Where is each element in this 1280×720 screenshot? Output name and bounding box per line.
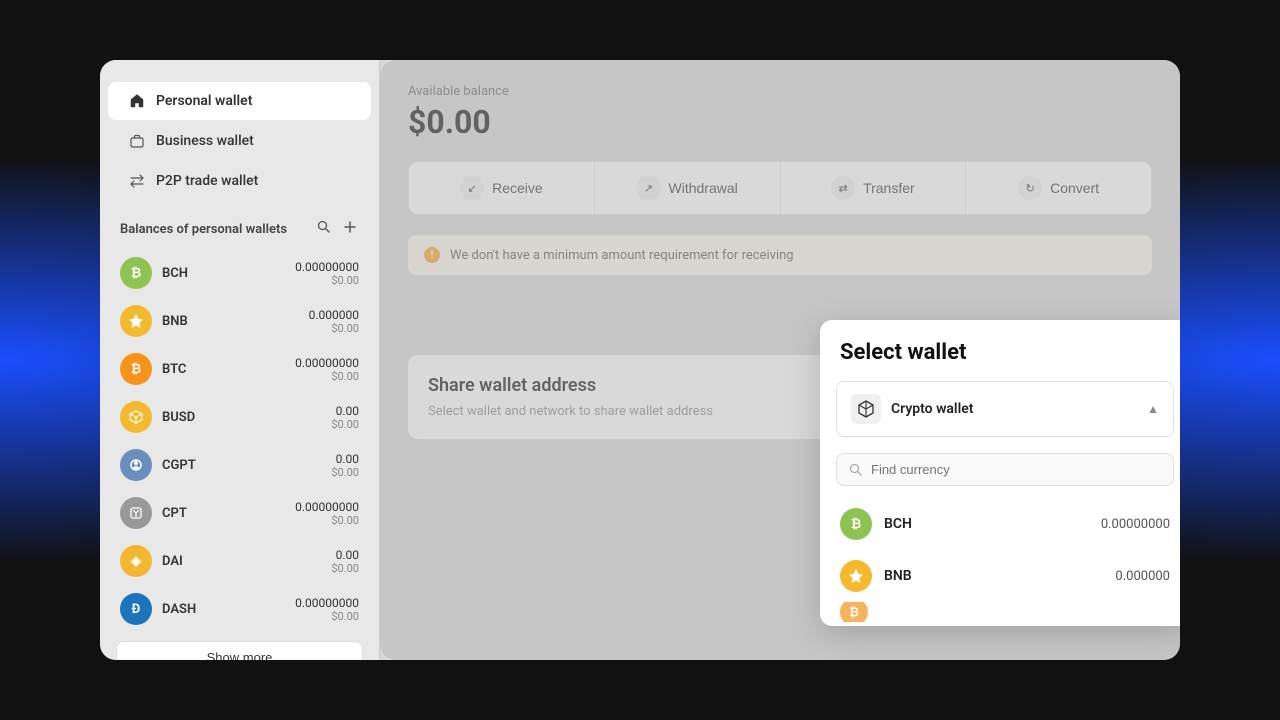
cpt-name: CPT (162, 506, 295, 521)
wallet-item-dai[interactable]: ◈ DAI 0.00 $0.00 (100, 537, 379, 585)
wallet-type-dropdown[interactable]: Crypto wallet ▲ (836, 381, 1174, 437)
cpt-icon (120, 497, 152, 529)
balances-section-title: Balances of personal wallets (120, 222, 287, 237)
modal-header: Select wallet (820, 320, 1180, 381)
cgpt-balance: 0.00 $0.00 (331, 452, 359, 479)
sidebar-item-personal-wallet[interactable]: Personal wallet (108, 82, 371, 120)
transfer-icon (128, 172, 146, 190)
modal-bch-icon: ₿ (840, 508, 872, 540)
currency-item-bnb[interactable]: BNB 0.000000 (820, 550, 1180, 602)
btc-balance: 0.00000000 $0.00 (295, 356, 359, 383)
bch-name: BCH (162, 266, 295, 281)
search-icon (849, 463, 863, 477)
dai-icon: ◈ (120, 545, 152, 577)
busd-icon (120, 401, 152, 433)
dash-icon: Ð (120, 593, 152, 625)
modal-bnb-balance: 0.000000 (1115, 569, 1170, 584)
content-area: Available balance $0.00 ↙ Receive ↗ With… (380, 60, 1180, 660)
bnb-balance: 0.000000 $0.00 (309, 308, 359, 335)
search-container (820, 445, 1180, 494)
sidebar: Personal wallet Business wallet (100, 60, 380, 660)
bch-icon: ₿ (120, 257, 152, 289)
balances-section-header: Balances of personal wallets (100, 202, 379, 249)
sidebar-section-actions (315, 218, 359, 241)
search-input-wrapper (836, 453, 1174, 486)
modal-bnb-name: BNB (884, 568, 1103, 584)
currency-item-bch[interactable]: ₿ BCH 0.00000000 (820, 498, 1180, 550)
briefcase-icon (128, 132, 146, 150)
modal-bch-name: BCH (884, 516, 1089, 532)
btc-icon: ₿ (120, 353, 152, 385)
wallet-item-bnb[interactable]: BNB 0.000000 $0.00 (100, 297, 379, 345)
currency-scroll-area: ₿ BCH 0.00000000 BNB 0.000000 ₿ (820, 494, 1180, 626)
currency-list: ₿ BCH 0.00000000 BNB 0.000000 ₿ (820, 494, 1180, 626)
dai-balance: 0.00 $0.00 (331, 548, 359, 575)
sidebar-item-p2p-wallet[interactable]: P2P trade wallet (108, 162, 371, 200)
currency-item-btc-partial[interactable]: ₿ (820, 602, 1180, 622)
bnb-name: BNB (162, 314, 309, 329)
busd-name: BUSD (162, 410, 331, 425)
wallet-item-cgpt[interactable]: CGPT 0.00 $0.00 (100, 441, 379, 489)
select-wallet-modal: Select wallet Crypto wallet ▲ (820, 320, 1180, 626)
wallet-list: ₿ BCH 0.00000000 $0.00 BNB 0.000000 $0.0… (100, 249, 379, 633)
modal-bnb-icon (840, 560, 872, 592)
bnb-icon (120, 305, 152, 337)
wallet-item-bch[interactable]: ₿ BCH 0.00000000 $0.00 (100, 249, 379, 297)
wallet-item-btc[interactable]: ₿ BTC 0.00000000 $0.00 (100, 345, 379, 393)
modal-title: Select wallet (840, 340, 1170, 365)
bch-balance: 0.00000000 $0.00 (295, 260, 359, 287)
crypto-wallet-label: Crypto wallet (891, 401, 1137, 417)
sidebar-item-business-wallet[interactable]: Business wallet (108, 122, 371, 160)
wallet-dropdown-header[interactable]: Crypto wallet ▲ (837, 382, 1173, 436)
sidebar-nav: Personal wallet Business wallet (100, 82, 379, 200)
find-currency-input[interactable] (871, 462, 1161, 477)
add-wallet-button[interactable] (341, 218, 359, 241)
btc-name: BTC (162, 362, 295, 377)
dai-name: DAI (162, 554, 331, 569)
home-icon (128, 92, 146, 110)
modal-bch-balance: 0.00000000 (1101, 517, 1170, 532)
cgpt-name: CGPT (162, 458, 331, 473)
cgpt-icon (120, 449, 152, 481)
show-more-button[interactable]: Show more (116, 641, 363, 660)
main-container: Personal wallet Business wallet (100, 60, 1180, 660)
wallet-item-cpt[interactable]: CPT 0.00000000 $0.00 (100, 489, 379, 537)
sidebar-p2p-wallet-label: P2P trade wallet (156, 173, 258, 189)
search-wallets-button[interactable] (315, 218, 333, 241)
cpt-balance: 0.00000000 $0.00 (295, 500, 359, 527)
wallet-item-busd[interactable]: BUSD 0.00 $0.00 (100, 393, 379, 441)
crypto-wallet-icon (851, 394, 881, 424)
busd-balance: 0.00 $0.00 (331, 404, 359, 431)
dash-name: DASH (162, 602, 295, 617)
chevron-up-icon: ▲ (1147, 402, 1159, 416)
sidebar-personal-wallet-label: Personal wallet (156, 93, 252, 109)
wallet-item-dash[interactable]: Ð DASH 0.00000000 $0.00 (100, 585, 379, 633)
modal-btc-icon: ₿ (840, 602, 868, 622)
sidebar-business-wallet-label: Business wallet (156, 133, 254, 149)
dash-balance: 0.00000000 $0.00 (295, 596, 359, 623)
